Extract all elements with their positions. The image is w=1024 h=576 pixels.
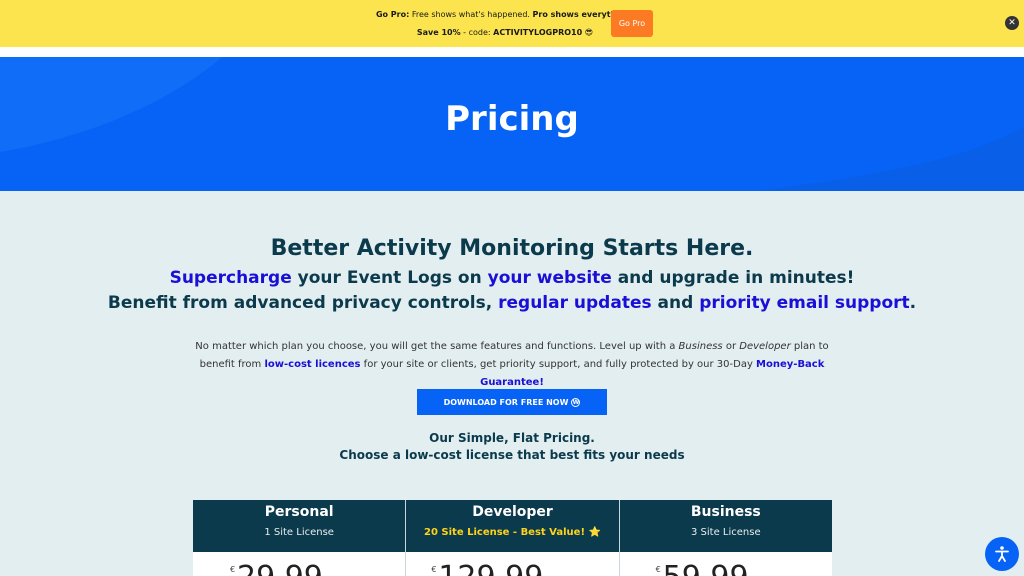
currency-symbol: € <box>655 565 661 574</box>
plan-name: Developer <box>472 504 553 520</box>
currency-symbol: € <box>431 565 437 574</box>
para-developer: Developer <box>739 341 791 352</box>
highlight-regular-updates: regular updates <box>498 293 652 313</box>
header-spacer <box>0 47 1024 57</box>
sunglasses-emoji: 😎 <box>584 28 594 37</box>
currency-symbol: € <box>230 565 236 574</box>
plan-name: Business <box>690 504 761 520</box>
intro-paragraph: No matter which plan you choose, you wil… <box>190 338 834 392</box>
sub-headline-text: your Event Logs on <box>291 268 488 288</box>
plan-business: Business 3 Site License € 59.99 <box>619 500 832 576</box>
download-free-button[interactable]: DOWNLOAD FOR FREE NOW W <box>417 389 607 415</box>
accessibility-icon <box>995 546 1009 562</box>
plan-header: Business 3 Site License <box>619 500 832 552</box>
promo-code-label: - code: <box>460 28 494 37</box>
highlight-supercharge: Supercharge <box>169 268 292 288</box>
highlight-priority-support: priority email support <box>699 293 910 313</box>
promo-text: Free shows what's happened. <box>409 10 533 19</box>
plan-license: 3 Site License <box>691 527 761 538</box>
para-text-4: for your site or clients, get priority s… <box>360 359 757 370</box>
page-title: Pricing <box>445 99 579 139</box>
plan-license: 1 Site License <box>264 527 334 538</box>
simple-pricing-heading: Our Simple, Flat Pricing. <box>429 431 595 445</box>
promo-code: ACTIVITYLOGPRO10 <box>493 28 583 37</box>
sub-headline-text-end: and upgrade in minutes! <box>611 268 855 288</box>
plan-header: Personal 1 Site License <box>193 500 406 552</box>
choose-license-heading: Choose a low-cost license that best fits… <box>339 448 685 462</box>
benefit-text: Benefit from advanced privacy controls, <box>107 293 499 313</box>
plan-header: Developer 20 Site License - Best Value! … <box>406 500 619 552</box>
plan-license-best-value: 20 Site License - Best Value! ⭐ <box>424 527 601 538</box>
plan-price: 29.99 <box>237 560 323 576</box>
accessibility-button[interactable] <box>985 537 1019 571</box>
hero-section: Pricing <box>0 57 1024 191</box>
para-business: Business <box>678 341 723 352</box>
sub-headline: Supercharge your Event Logs on your webs… <box>0 268 1024 288</box>
promo-banner: Go Pro: Free shows what's happened. Pro … <box>0 0 1024 47</box>
plan-price: 59.99 <box>663 560 749 576</box>
benefit-headline: Benefit from advanced privacy controls, … <box>0 295 1024 312</box>
go-pro-button[interactable]: Go Pro <box>611 10 653 37</box>
low-cost-licences-link[interactable]: low-cost licences <box>264 359 360 370</box>
pricing-table: Personal 1 Site License € 29.99 Develope… <box>193 500 832 576</box>
plan-name: Personal <box>264 504 334 520</box>
benefit-period: . <box>909 293 917 313</box>
benefit-and: and <box>651 293 700 313</box>
highlight-your-website: your website <box>487 268 612 288</box>
para-text-1: No matter which plan you choose, you wil… <box>195 341 679 352</box>
close-icon[interactable]: ✕ <box>1005 16 1019 30</box>
plan-price: 129.99 <box>438 560 543 576</box>
plan-personal: Personal 1 Site License € 29.99 <box>193 500 406 576</box>
para-text-2: or <box>722 341 740 352</box>
wordpress-icon: W <box>571 397 581 407</box>
plan-developer: Developer 20 Site License - Best Value! … <box>406 500 619 576</box>
download-button-label: DOWNLOAD FOR FREE NOW <box>443 397 569 407</box>
promo-discount: Save 10% <box>416 28 461 37</box>
main-headline: Better Activity Monitoring Starts Here. <box>270 236 754 261</box>
promo-prefix: Go Pro: <box>375 10 410 19</box>
